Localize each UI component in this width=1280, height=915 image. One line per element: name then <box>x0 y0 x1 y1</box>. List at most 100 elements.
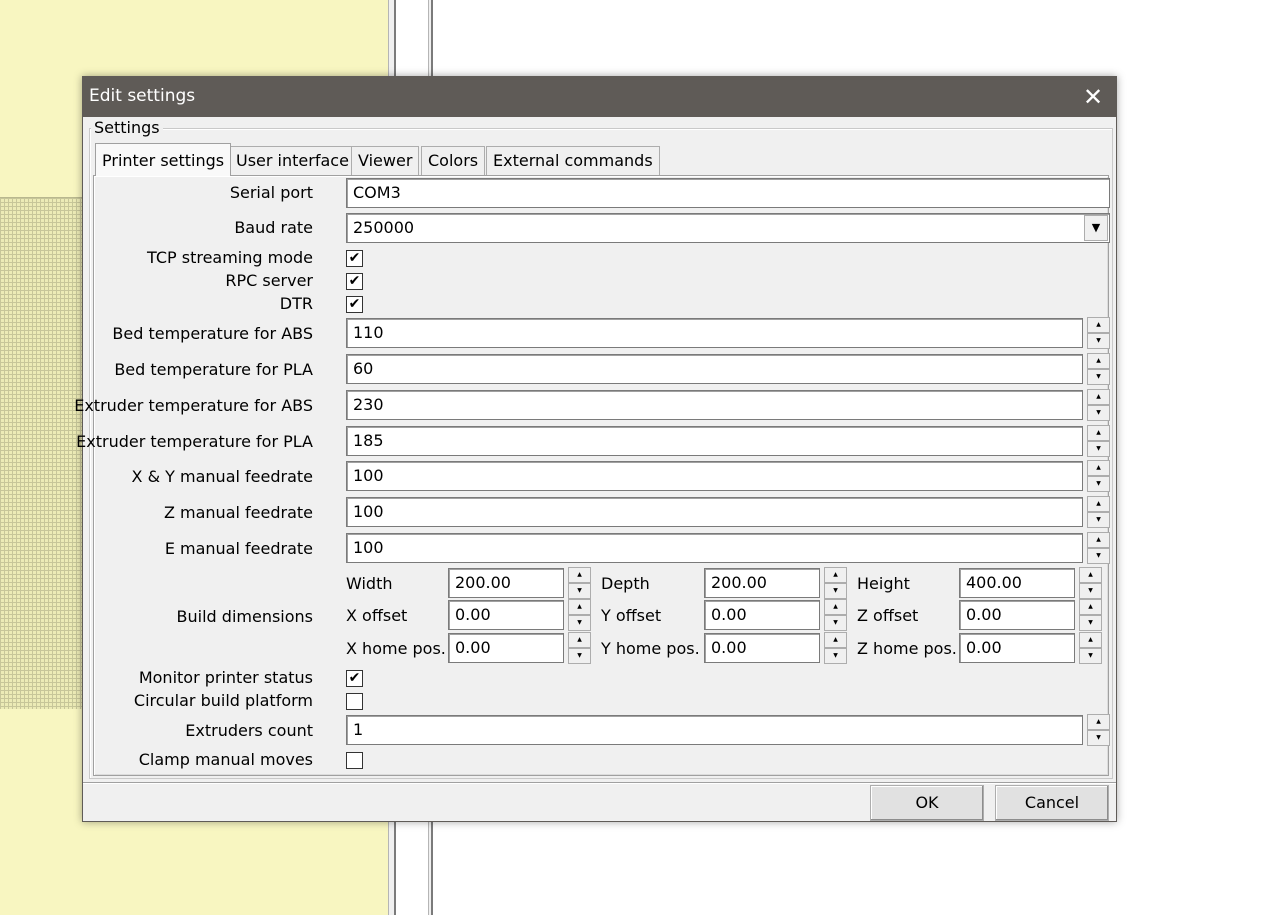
bed-abs-input[interactable]: 110 <box>346 318 1083 348</box>
spin-up-icon[interactable]: ▲ <box>1087 425 1110 441</box>
clamp-moves-checkbox[interactable] <box>346 752 363 769</box>
z-feedrate-label: Z manual feedrate <box>163 503 313 522</box>
spin-up-icon[interactable]: ▲ <box>1087 353 1110 369</box>
printer-settings-panel: Serial port COM3 Baud rate 250000 ▼ TCP … <box>74 175 1110 776</box>
footer-separator <box>83 782 1116 784</box>
dtr-checkbox[interactable]: ✔ <box>346 296 363 313</box>
height-spinner[interactable]: ▲ ▼ <box>1079 567 1102 599</box>
tcp-streaming-label: TCP streaming mode <box>146 248 313 267</box>
spin-up-icon[interactable]: ▲ <box>1087 714 1110 730</box>
z-feedrate-spinner[interactable]: ▲ ▼ <box>1087 496 1110 528</box>
extruders-count-input[interactable]: 1 <box>346 715 1083 745</box>
spin-down-icon[interactable]: ▼ <box>1087 476 1110 492</box>
spin-up-icon[interactable]: ▲ <box>1079 599 1102 615</box>
spin-up-icon[interactable]: ▲ <box>1087 532 1110 548</box>
spin-down-icon[interactable]: ▼ <box>1087 548 1110 564</box>
depth-input[interactable]: 200.00 <box>704 568 820 598</box>
spin-down-icon[interactable]: ▼ <box>568 615 591 631</box>
spin-up-icon[interactable]: ▲ <box>1087 389 1110 405</box>
spin-down-icon[interactable]: ▼ <box>568 648 591 664</box>
z-offset-spinner[interactable]: ▲ ▼ <box>1079 599 1102 631</box>
z-feedrate-input[interactable]: 100 <box>346 497 1083 527</box>
x-offset-spinner[interactable]: ▲ ▼ <box>568 599 591 631</box>
bed-pla-input[interactable]: 60 <box>346 354 1083 384</box>
spin-down-icon[interactable]: ▼ <box>1079 583 1102 599</box>
x-offset-input[interactable]: 0.00 <box>448 600 564 630</box>
y-home-input[interactable]: 0.00 <box>704 633 820 663</box>
x-home-input[interactable]: 0.00 <box>448 633 564 663</box>
spin-up-icon[interactable]: ▲ <box>1087 460 1110 476</box>
spin-up-icon[interactable]: ▲ <box>1087 317 1110 333</box>
spin-down-icon[interactable]: ▼ <box>1087 730 1110 746</box>
cancel-button[interactable]: Cancel <box>995 785 1109 821</box>
xy-feedrate-input[interactable]: 100 <box>346 461 1083 491</box>
e-feedrate-spinner[interactable]: ▲ ▼ <box>1087 532 1110 564</box>
z-offset-label: Z offset <box>857 606 919 625</box>
spin-up-icon[interactable]: ▲ <box>824 567 847 583</box>
spin-down-icon[interactable]: ▼ <box>1087 369 1110 385</box>
extruder-pla-spinner[interactable]: ▲ ▼ <box>1087 425 1110 457</box>
x-home-spinner[interactable]: ▲ ▼ <box>568 632 591 664</box>
spin-down-icon[interactable]: ▼ <box>824 583 847 599</box>
extruder-abs-input[interactable]: 230 <box>346 390 1083 420</box>
spin-up-icon[interactable]: ▲ <box>824 632 847 648</box>
spin-up-icon[interactable]: ▲ <box>568 599 591 615</box>
xy-feedrate-spinner[interactable]: ▲ ▼ <box>1087 460 1110 492</box>
serial-port-input[interactable]: COM3 <box>346 178 1110 208</box>
ok-button[interactable]: OK <box>870 785 984 821</box>
edit-settings-dialog: Edit settings ✕ Settings Printer setting… <box>74 76 1117 822</box>
spin-down-icon[interactable]: ▼ <box>824 615 847 631</box>
spin-down-icon[interactable]: ▼ <box>1087 405 1110 421</box>
extruders-count-spinner[interactable]: ▲ ▼ <box>1087 714 1110 746</box>
width-input[interactable]: 200.00 <box>448 568 564 598</box>
dialog-titlebar[interactable]: Edit settings ✕ <box>83 77 1116 117</box>
bed-abs-label: Bed temperature for ABS <box>112 324 313 343</box>
z-home-input[interactable]: 0.00 <box>959 633 1075 663</box>
y-offset-spinner[interactable]: ▲ ▼ <box>824 599 847 631</box>
spin-up-icon[interactable]: ▲ <box>1079 567 1102 583</box>
baud-rate-dropdown-button[interactable]: ▼ <box>1084 215 1108 241</box>
close-button[interactable]: ✕ <box>1070 77 1116 117</box>
tab-printer-settings[interactable]: Printer settings <box>95 143 232 176</box>
spin-up-icon[interactable]: ▲ <box>568 632 591 648</box>
tab-colors[interactable]: Colors <box>421 146 486 175</box>
chevron-down-icon: ▼ <box>1091 221 1101 234</box>
check-icon: ✔ <box>348 670 361 686</box>
bed-pla-spinner[interactable]: ▲ ▼ <box>1087 353 1110 385</box>
extruder-abs-spinner[interactable]: ▲ ▼ <box>1087 389 1110 421</box>
spin-down-icon[interactable]: ▼ <box>568 583 591 599</box>
spin-down-icon[interactable]: ▼ <box>1087 333 1110 349</box>
extruder-pla-input[interactable]: 185 <box>346 426 1083 456</box>
height-input[interactable]: 400.00 <box>959 568 1075 598</box>
tab-viewer[interactable]: Viewer <box>351 146 420 175</box>
tcp-streaming-checkbox[interactable]: ✔ <box>346 250 363 267</box>
spin-up-icon[interactable]: ▲ <box>824 599 847 615</box>
e-feedrate-input[interactable]: 100 <box>346 533 1083 563</box>
x-offset-label: X offset <box>346 606 408 625</box>
monitor-status-checkbox[interactable]: ✔ <box>346 670 363 687</box>
width-label: Width <box>346 574 393 593</box>
z-home-spinner[interactable]: ▲ ▼ <box>1079 632 1102 664</box>
rpc-server-checkbox[interactable]: ✔ <box>346 273 363 290</box>
spin-down-icon[interactable]: ▼ <box>1087 512 1110 528</box>
width-spinner[interactable]: ▲ ▼ <box>568 567 591 599</box>
spin-up-icon[interactable]: ▲ <box>1087 496 1110 512</box>
circular-platform-checkbox[interactable] <box>346 693 363 710</box>
y-home-spinner[interactable]: ▲ ▼ <box>824 632 847 664</box>
check-icon: ✔ <box>348 273 361 289</box>
z-offset-input[interactable]: 0.00 <box>959 600 1075 630</box>
baud-rate-select[interactable]: 250000 <box>346 213 1110 243</box>
spin-down-icon[interactable]: ▼ <box>1087 441 1110 457</box>
y-offset-label: Y offset <box>601 606 662 625</box>
bed-abs-spinner[interactable]: ▲ ▼ <box>1087 317 1110 349</box>
y-offset-input[interactable]: 0.00 <box>704 600 820 630</box>
spin-down-icon[interactable]: ▼ <box>1079 615 1102 631</box>
spin-down-icon[interactable]: ▼ <box>824 648 847 664</box>
depth-spinner[interactable]: ▲ ▼ <box>824 567 847 599</box>
tab-user-interface[interactable]: User interface <box>229 146 356 175</box>
spin-down-icon[interactable]: ▼ <box>1079 648 1102 664</box>
spin-up-icon[interactable]: ▲ <box>568 567 591 583</box>
spin-up-icon[interactable]: ▲ <box>1079 632 1102 648</box>
depth-label: Depth <box>601 574 650 593</box>
tab-external-commands[interactable]: External commands <box>486 146 660 175</box>
